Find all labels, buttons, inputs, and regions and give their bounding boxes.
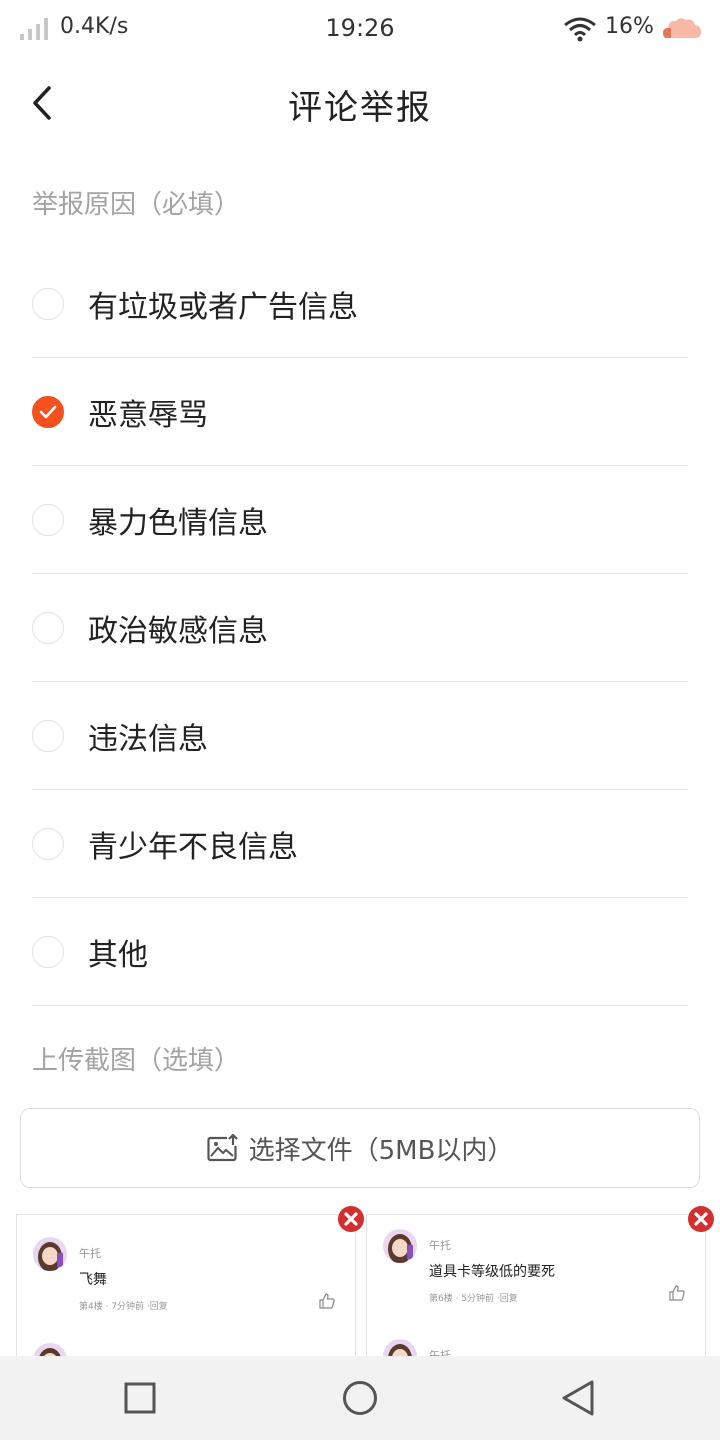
radio-unchecked[interactable] [32,611,64,644]
image-upload-icon [206,1134,239,1162]
reason-option-violence[interactable]: 暴力色情信息 [32,466,688,574]
reason-option-political[interactable]: 政治敏感信息 [32,574,688,682]
wifi-icon [564,17,596,42]
screenshot-thumbnails: 午托 飞舞 第4楼 · 7分钟前 ·回复 午托 道具卡等级低的要死 第6楼 · … [16,1214,706,1356]
remove-screenshot-icon[interactable] [687,1205,715,1233]
comment-meta: 第4楼 · 7分钟前 ·回复 [79,1302,168,1312]
radio-unchecked[interactable] [32,287,64,320]
comment-username: 午托 [429,1349,451,1356]
battery-icon [663,18,701,38]
battery-percent: 16% [605,14,654,39]
system-nav-bar [0,1356,720,1440]
reason-option-abuse[interactable]: 恶意辱骂 [32,358,688,466]
radio-checked[interactable] [32,395,64,428]
avatar [383,1229,417,1263]
radio-unchecked[interactable] [32,935,64,968]
recents-button[interactable] [118,1376,162,1420]
thumbs-up-icon [319,1293,335,1309]
reason-list: 有垃圾或者广告信息 恶意辱骂 暴力色情信息 政治敏感信息 违法信息 青少年不良信… [32,250,688,1006]
radio-unchecked[interactable] [32,827,64,860]
avatar [33,1343,67,1356]
reason-section-label: 举报原因（必填） [32,190,241,220]
status-bar: 0.4K/s 19:26 16% [0,0,720,58]
reason-option-label: 恶意辱骂 [88,397,208,433]
reason-option-ad[interactable]: 有垃圾或者广告信息 [32,250,688,358]
avatar [383,1339,417,1356]
circle-home-icon [343,1381,377,1415]
reason-option-other[interactable]: 其他 [32,898,688,1006]
comment-meta: 第6楼 · 5分钟前 ·回复 [429,1294,518,1304]
comment-text: 道具卡等级低的要死 [429,1264,555,1280]
radio-unchecked[interactable] [32,503,64,536]
reason-option-label: 其他 [88,937,148,973]
reason-option-label: 政治敏感信息 [88,613,268,649]
reason-option-label: 有垃圾或者广告信息 [88,289,358,325]
comment-username: 午托 [79,1247,101,1260]
thumbs-up-icon [669,1285,685,1301]
home-button[interactable] [338,1376,382,1420]
reason-option-illegal[interactable]: 违法信息 [32,682,688,790]
comment-username: 午托 [429,1239,451,1252]
check-icon [39,405,57,418]
avatar [33,1237,67,1271]
reason-option-label: 暴力色情信息 [88,505,268,541]
choose-file-button[interactable]: 选择文件（5MB以内） [20,1108,700,1188]
screenshot-thumbnail[interactable]: 午托 道具卡等级低的要死 第6楼 · 5分钟前 ·回复 午托 [366,1214,706,1356]
title-bar: 评论举报 [0,58,720,150]
upload-section-label: 上传截图（选填） [32,1046,241,1076]
square-recents-icon [124,1382,156,1414]
reason-option-label: 违法信息 [88,721,208,757]
reason-option-minors[interactable]: 青少年不良信息 [32,790,688,898]
comment-text: 飞舞 [79,1272,107,1288]
back-nav-button[interactable] [556,1376,600,1420]
page-title: 评论举报 [288,88,432,128]
screenshot-thumbnail[interactable]: 午托 飞舞 第4楼 · 7分钟前 ·回复 [16,1214,356,1356]
choose-file-label: 选择文件（5MB以内） [248,1135,514,1166]
triangle-back-icon [562,1380,594,1416]
reason-option-label: 青少年不良信息 [88,829,298,865]
remove-screenshot-icon[interactable] [337,1205,365,1233]
radio-unchecked[interactable] [32,719,64,752]
